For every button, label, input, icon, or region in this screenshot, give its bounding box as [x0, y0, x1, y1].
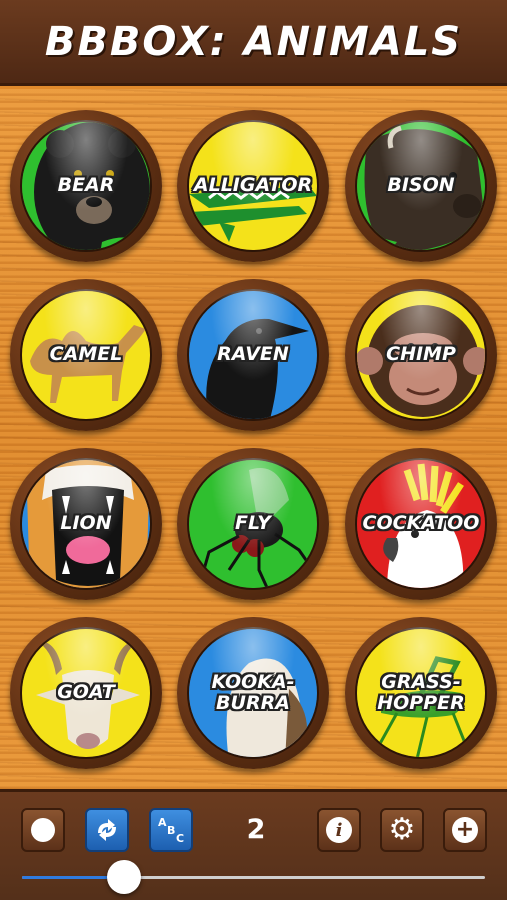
alligator-button[interactable]: ALLIGATOR	[177, 110, 329, 262]
record-icon	[31, 818, 55, 842]
camel-image	[20, 289, 152, 421]
cockatoo-button[interactable]: COCKATOO	[345, 448, 497, 600]
grasshopper-image	[355, 627, 487, 759]
app-header: BBBOX: ANIMALS	[0, 0, 507, 86]
lion-button[interactable]: LION	[10, 448, 162, 600]
record-button[interactable]	[21, 808, 65, 852]
kookaburra-image	[187, 627, 319, 759]
app-title: BBBOX: ANIMALS	[44, 18, 463, 65]
svg-text:C: C	[176, 832, 184, 845]
abc-button[interactable]: A B C	[149, 808, 193, 852]
chimp-image	[355, 289, 487, 421]
plus-icon: +	[452, 817, 478, 843]
goat-button[interactable]: GOAT	[10, 617, 162, 769]
info-button[interactable]: i	[317, 808, 361, 852]
swap-icon	[98, 819, 116, 841]
bear-image	[20, 120, 152, 252]
swap-button[interactable]	[85, 808, 129, 852]
cockatoo-image	[355, 458, 487, 590]
grasshopper-button[interactable]: GRASS- HOPPER	[345, 617, 497, 769]
alligator-image	[187, 120, 319, 252]
bison-button[interactable]: BISON	[345, 110, 497, 262]
camel-button[interactable]: CAMEL	[10, 279, 162, 431]
page-count: 2	[246, 814, 266, 845]
settings-button[interactable]: ⚙	[380, 808, 424, 852]
gear-icon: ⚙	[388, 812, 416, 847]
add-button[interactable]: +	[443, 808, 487, 852]
raven-image	[187, 289, 319, 421]
sound-board: BEAR ALLIGATOR BISON CAMEL RAVEN CHIMP L…	[0, 89, 507, 789]
bear-button[interactable]: BEAR	[10, 110, 162, 262]
abc-icon: A B C	[158, 816, 184, 845]
bison-image	[355, 120, 487, 252]
kookaburra-button[interactable]: KOOKA- BURRA	[177, 617, 329, 769]
fly-button[interactable]: FLY	[177, 448, 329, 600]
svg-text:B: B	[167, 824, 175, 837]
svg-text:A: A	[158, 816, 167, 829]
bottom-toolbar: A B C 2 i ⚙ +	[0, 789, 507, 900]
raven-button[interactable]: RAVEN	[177, 279, 329, 431]
volume-slider-thumb[interactable]	[106, 860, 141, 894]
info-icon: i	[326, 817, 352, 843]
lion-image	[20, 458, 152, 590]
goat-image	[20, 627, 152, 759]
chimp-button[interactable]: CHIMP	[345, 279, 497, 431]
fly-image	[187, 458, 319, 590]
